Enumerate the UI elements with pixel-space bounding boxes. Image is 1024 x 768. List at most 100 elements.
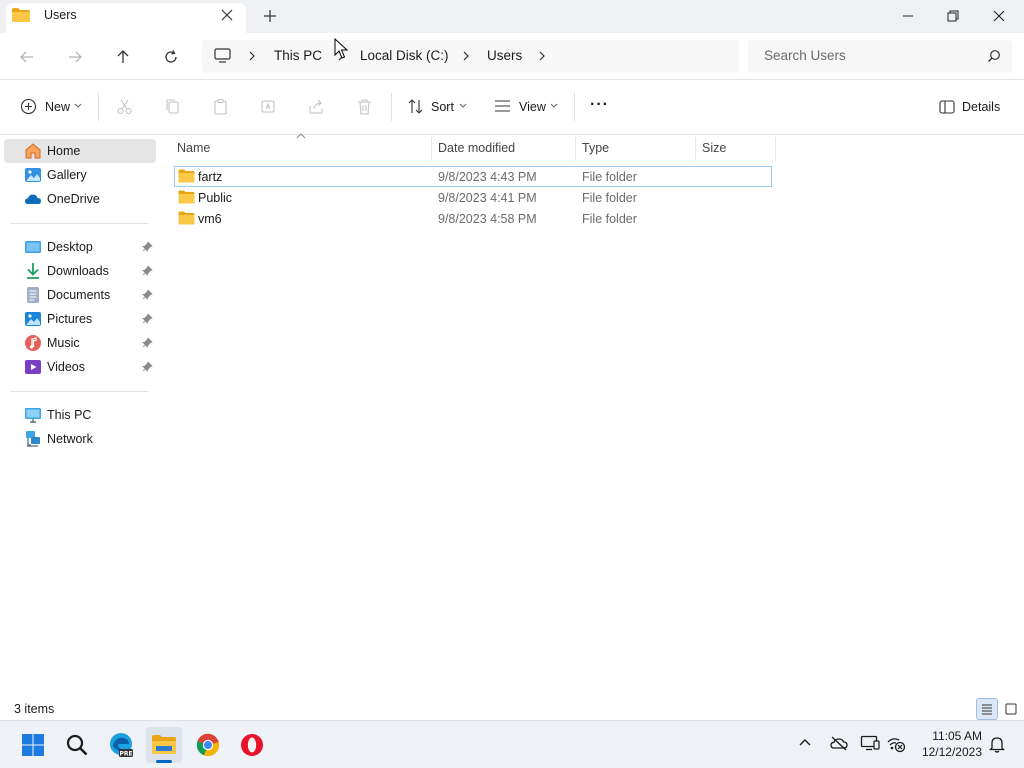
gallery-icon bbox=[24, 166, 42, 184]
onedrive-offline-icon[interactable] bbox=[829, 735, 849, 751]
pin-icon bbox=[142, 289, 153, 300]
sidebar-divider bbox=[10, 223, 148, 224]
search-icon[interactable] bbox=[987, 49, 1001, 63]
table-row-name[interactable]: Public bbox=[198, 191, 232, 205]
back-button[interactable] bbox=[13, 43, 41, 71]
sidebar-label-documents: Documents bbox=[47, 288, 111, 302]
onedrive-icon bbox=[24, 190, 42, 208]
monitor-icon[interactable] bbox=[214, 48, 231, 63]
column-divider[interactable] bbox=[431, 137, 432, 161]
new-icon[interactable] bbox=[20, 98, 37, 115]
home-icon bbox=[24, 142, 42, 160]
delete-icon[interactable] bbox=[356, 98, 373, 115]
pin-icon bbox=[142, 361, 153, 372]
forward-button[interactable] bbox=[61, 43, 89, 71]
folder-icon bbox=[178, 169, 195, 183]
pin-icon bbox=[142, 265, 153, 276]
display-icon[interactable] bbox=[860, 735, 880, 751]
refresh-button[interactable] bbox=[157, 43, 185, 71]
breadcrumb-chevron-icon[interactable] bbox=[461, 50, 471, 62]
column-divider[interactable] bbox=[775, 137, 776, 161]
paste-icon[interactable] bbox=[212, 98, 229, 115]
details-pane-icon[interactable] bbox=[939, 100, 955, 114]
column-header-name[interactable]: Name bbox=[177, 141, 210, 155]
sort-button[interactable]: Sort bbox=[431, 100, 454, 114]
more-options-button[interactable]: ··· bbox=[590, 96, 609, 114]
cut-icon[interactable] bbox=[116, 98, 133, 115]
sidebar-label-music: Music bbox=[47, 336, 80, 350]
toolbar-separator bbox=[98, 93, 99, 121]
sidebar-label-pictures: Pictures bbox=[47, 312, 93, 326]
share-icon[interactable] bbox=[308, 98, 325, 115]
breadcrumb-users[interactable]: Users bbox=[487, 48, 522, 63]
view-button[interactable]: View bbox=[519, 100, 546, 114]
pin-icon bbox=[142, 241, 153, 252]
chevron-down-icon[interactable] bbox=[550, 103, 558, 109]
desktop-icon bbox=[24, 238, 42, 256]
windows-start-icon[interactable] bbox=[15, 727, 51, 763]
pictures-icon bbox=[24, 310, 42, 328]
sidebar-label-home: Home bbox=[47, 144, 81, 158]
pin-icon bbox=[142, 337, 153, 348]
restore-icon[interactable] bbox=[930, 0, 976, 32]
breadcrumb-chevron-icon[interactable] bbox=[537, 50, 547, 62]
table-row-type: File folder bbox=[582, 191, 637, 205]
opera-icon[interactable] bbox=[234, 727, 270, 763]
edge-preview-icon[interactable]: PRE bbox=[103, 727, 139, 763]
details-view-button[interactable] bbox=[976, 698, 998, 720]
sidebar-label-gallery: Gallery bbox=[47, 168, 87, 182]
table-row-name[interactable]: vm6 bbox=[198, 212, 222, 226]
details-button[interactable]: Details bbox=[962, 100, 1000, 114]
column-divider[interactable] bbox=[575, 137, 576, 161]
breadcrumb-local-disk[interactable]: Local Disk (C:) bbox=[360, 48, 449, 63]
svg-text:PRE: PRE bbox=[119, 751, 132, 758]
notification-bell-icon[interactable] bbox=[989, 735, 1005, 753]
table-row-name[interactable]: fartz bbox=[198, 170, 222, 184]
folder-icon bbox=[11, 7, 31, 23]
clock-date[interactable]: 12/12/2023 bbox=[912, 745, 982, 759]
minimize-icon[interactable] bbox=[885, 0, 931, 32]
toolbar-separator bbox=[391, 93, 392, 121]
column-header-date-modified[interactable]: Date modified bbox=[438, 141, 515, 155]
table-row-date: 9/8/2023 4:41 PM bbox=[438, 191, 537, 205]
table-row-type: File folder bbox=[582, 212, 637, 226]
this-pc-icon bbox=[24, 406, 42, 424]
chrome-icon[interactable] bbox=[190, 727, 226, 763]
close-icon[interactable] bbox=[976, 0, 1022, 32]
table-row-type: File folder bbox=[582, 170, 637, 184]
large-icons-view-button[interactable] bbox=[1000, 698, 1022, 720]
new-button[interactable]: New bbox=[45, 100, 70, 114]
column-header-type[interactable]: Type bbox=[582, 141, 609, 155]
download-icon bbox=[24, 262, 42, 280]
search-icon[interactable] bbox=[59, 727, 95, 763]
table-row-date: 9/8/2023 4:43 PM bbox=[438, 170, 537, 184]
chevron-down-icon[interactable] bbox=[74, 103, 82, 109]
tab-users[interactable] bbox=[6, 3, 246, 33]
tab-title: Users bbox=[44, 8, 77, 22]
tab-close-icon[interactable] bbox=[217, 5, 237, 25]
view-icon[interactable] bbox=[494, 99, 511, 114]
search-placeholder[interactable]: Search Users bbox=[764, 48, 846, 63]
sidebar-label-onedrive: OneDrive bbox=[47, 192, 100, 206]
sidebar-divider bbox=[10, 391, 148, 392]
sidebar-label-network: Network bbox=[47, 432, 93, 446]
chevron-down-icon[interactable] bbox=[459, 103, 467, 109]
breadcrumb-chevron-icon[interactable] bbox=[247, 50, 257, 62]
sidebar-label-this-pc: This PC bbox=[47, 408, 92, 422]
network-disconnected-icon[interactable] bbox=[886, 735, 906, 753]
column-header-size[interactable]: Size bbox=[702, 141, 726, 155]
sidebar-label-videos: Videos bbox=[47, 360, 85, 374]
table-row-date: 9/8/2023 4:58 PM bbox=[438, 212, 537, 226]
videos-icon bbox=[24, 358, 42, 376]
clock-time[interactable]: 11:05 AM bbox=[922, 729, 982, 743]
sort-icon[interactable] bbox=[407, 98, 424, 115]
up-button[interactable] bbox=[109, 43, 137, 71]
rename-icon[interactable] bbox=[260, 98, 277, 115]
copy-icon[interactable] bbox=[164, 98, 181, 115]
chevron-up-icon[interactable] bbox=[798, 737, 812, 747]
column-divider[interactable] bbox=[695, 137, 696, 161]
file-explorer-icon[interactable] bbox=[146, 727, 182, 763]
breadcrumb-this-pc[interactable]: This PC bbox=[274, 48, 322, 63]
new-tab-icon[interactable] bbox=[259, 5, 281, 27]
status-item-count: 3 items bbox=[14, 702, 55, 716]
